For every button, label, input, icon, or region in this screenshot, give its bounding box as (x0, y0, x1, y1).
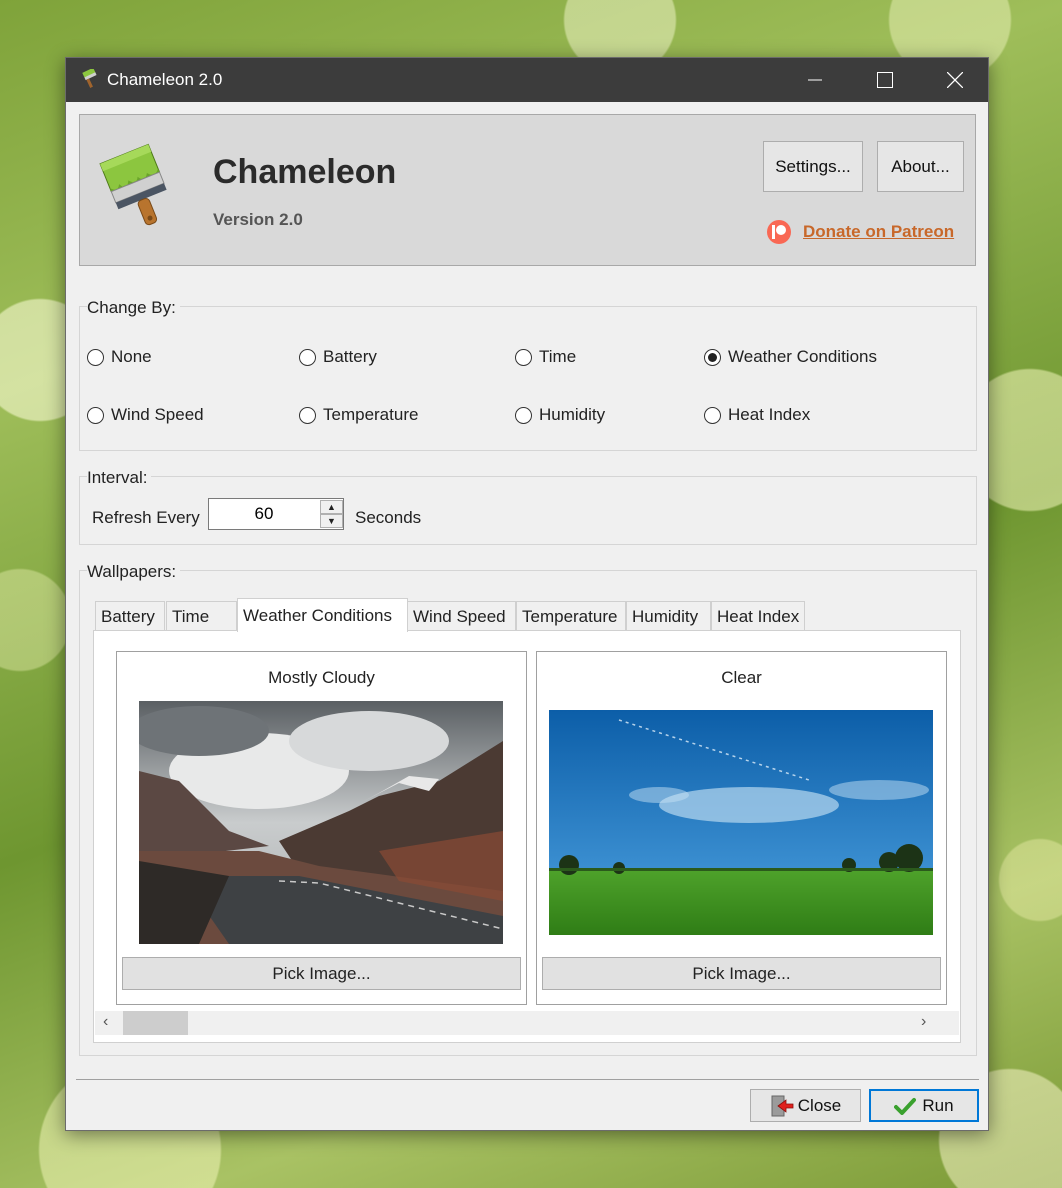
radio-circle (515, 348, 532, 366)
window-title: Chameleon 2.0 (107, 70, 223, 89)
radio-time[interactable]: Time (515, 347, 576, 367)
exit-door-icon (771, 1095, 794, 1116)
interval-label: Interval: (87, 468, 152, 488)
horizontal-scrollbar[interactable]: ‹ › (95, 1011, 959, 1035)
radio-weather-conditions[interactable]: Weather Conditions (704, 347, 877, 367)
change-by-label: Change By: (87, 298, 180, 318)
stepper-down-icon[interactable]: ▼ (320, 514, 343, 528)
app-window: Chameleon 2.0 Chameleon Version 2.0 Sett (65, 57, 989, 1131)
radio-circle (87, 348, 104, 366)
run-button[interactable]: Run (869, 1089, 979, 1122)
tab-wind-speed[interactable]: Wind Speed (407, 601, 516, 631)
wallpaper-card-mostly-cloudy: Mostly Cloudy Pick Image... (116, 651, 527, 1005)
radio-circle (704, 406, 721, 424)
maximize-button[interactable] (850, 58, 920, 102)
paintbrush-app-icon (82, 69, 97, 88)
radio-wind-speed[interactable]: Wind Speed (87, 405, 204, 425)
refresh-interval-stepper[interactable]: 60 ▲ ▼ (208, 498, 344, 530)
paintbrush-logo-icon (99, 143, 167, 226)
refresh-interval-input[interactable]: 60 (209, 499, 319, 529)
close-window-button[interactable] (920, 58, 990, 102)
title-bar: Chameleon 2.0 (66, 58, 988, 102)
scrollbar-thumb[interactable] (123, 1011, 188, 1035)
radio-circle (299, 406, 316, 424)
app-version: Version 2.0 (213, 210, 303, 229)
minimize-icon (808, 79, 822, 81)
tab-weather-conditions[interactable]: Weather Conditions (237, 598, 408, 632)
patreon-donate[interactable]: Donate on Patreon (766, 219, 954, 245)
tab-temperature[interactable]: Temperature (516, 601, 626, 631)
tab-panel-weather-conditions: Mostly Cloudy Pick Image... Clear Pick I… (93, 630, 961, 1043)
scroll-left-icon[interactable]: ‹ (103, 1013, 108, 1031)
maximize-icon (877, 72, 893, 88)
checkmark-icon (894, 1097, 917, 1115)
header-panel: Chameleon Version 2.0 Settings... About.… (79, 114, 976, 266)
card-title: Mostly Cloudy (268, 668, 375, 687)
close-button-label: Close (797, 1095, 842, 1115)
run-button-label: Run (922, 1095, 954, 1115)
card-title: Clear (721, 668, 762, 687)
radio-circle-selected (704, 348, 721, 366)
radio-heat-index[interactable]: Heat Index (704, 405, 810, 425)
settings-button[interactable]: Settings... (763, 141, 863, 192)
radio-battery[interactable]: Battery (299, 347, 377, 367)
radio-circle (515, 406, 532, 424)
radio-humidity[interactable]: Humidity (515, 405, 605, 425)
radio-none[interactable]: None (87, 347, 152, 367)
pick-image-button[interactable]: Pick Image... (122, 957, 521, 990)
minimize-button[interactable] (780, 58, 850, 102)
wallpapers-label: Wallpapers: (87, 562, 181, 582)
green-field-image (549, 710, 933, 935)
tab-heat-index[interactable]: Heat Index (711, 601, 805, 631)
close-icon (947, 72, 963, 88)
about-button[interactable]: About... (877, 141, 964, 192)
radio-circle (299, 348, 316, 366)
patreon-icon (767, 220, 791, 244)
pick-image-button[interactable]: Pick Image... (542, 957, 941, 990)
radio-temperature[interactable]: Temperature (299, 405, 418, 425)
wallpaper-card-clear: Clear Pick Image... (536, 651, 947, 1005)
app-name: Chameleon (213, 153, 397, 191)
donate-link[interactable]: Donate on Patreon (803, 222, 954, 242)
mountain-road-image (139, 701, 503, 944)
close-button[interactable]: Close (750, 1089, 861, 1122)
stepper-up-icon[interactable]: ▲ (320, 500, 343, 514)
tab-battery[interactable]: Battery (95, 601, 165, 631)
refresh-every-label: Refresh Every (92, 508, 200, 527)
footer-divider (76, 1079, 979, 1080)
tab-time[interactable]: Time (166, 601, 237, 631)
change-by-group (79, 306, 977, 451)
radio-circle (87, 406, 104, 424)
tab-humidity[interactable]: Humidity (626, 601, 711, 631)
seconds-label: Seconds (355, 508, 422, 527)
scroll-right-icon[interactable]: › (921, 1013, 926, 1031)
